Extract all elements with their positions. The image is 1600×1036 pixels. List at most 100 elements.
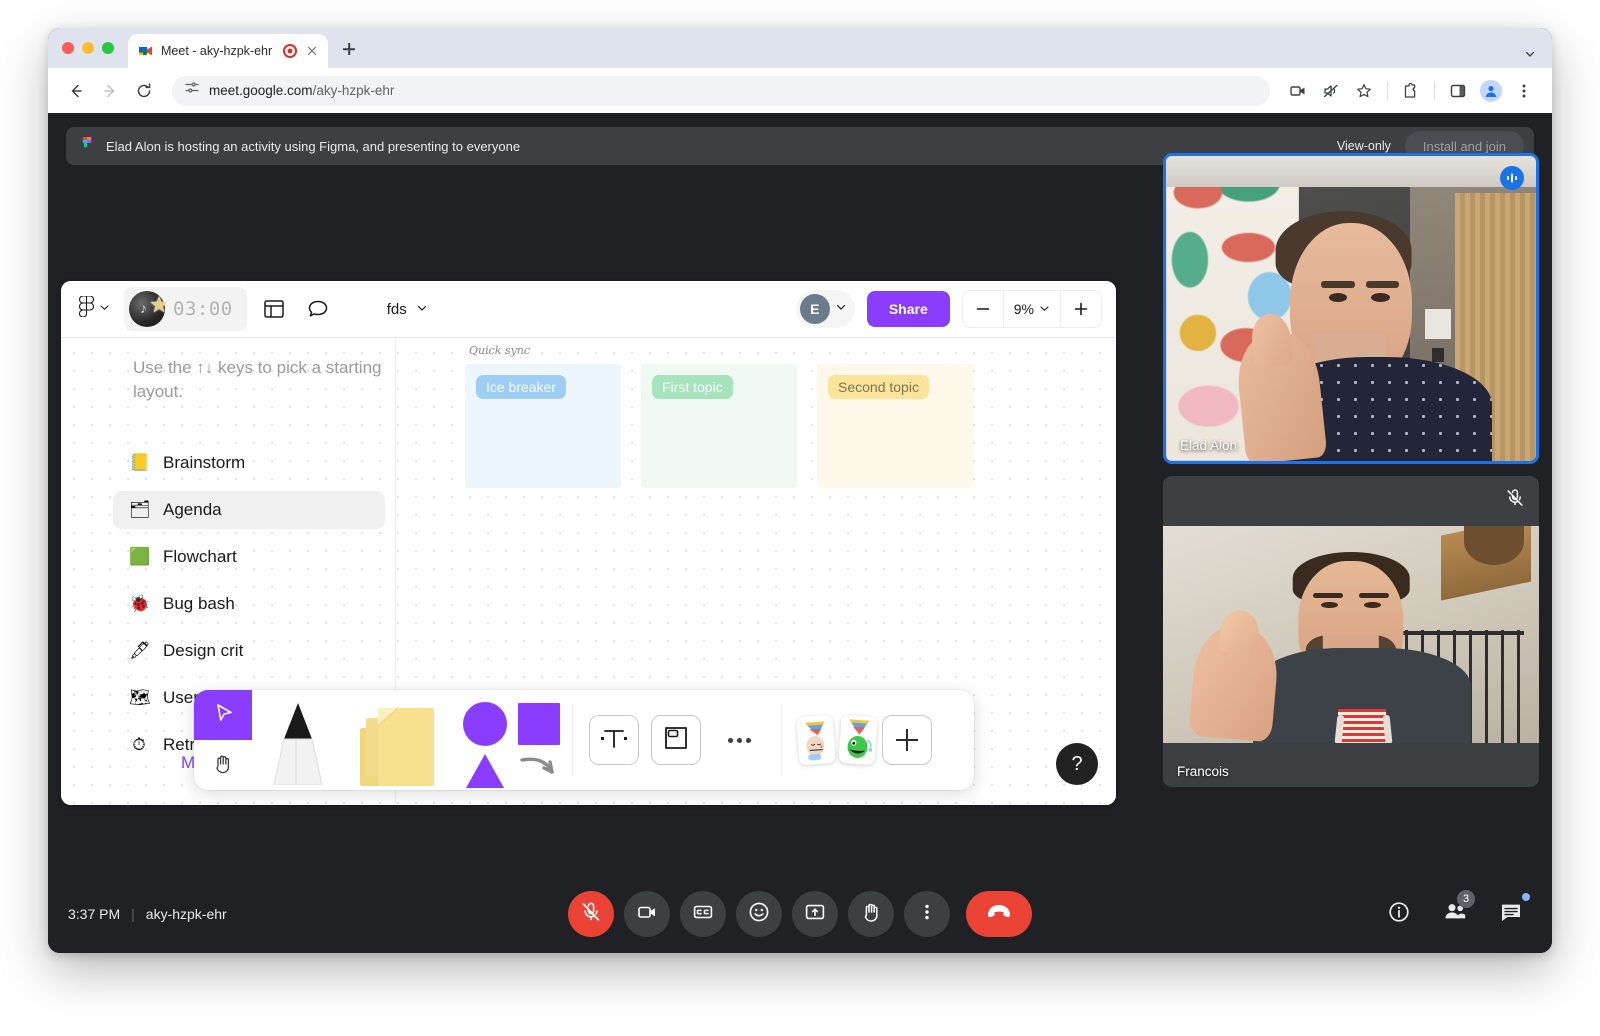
raised-hand-icon <box>859 900 883 929</box>
bookmark-star-icon[interactable] <box>1350 77 1378 105</box>
url-path: /aky-hzpk-ehr <box>312 83 395 98</box>
participant-tile-francois[interactable]: Francois <box>1163 476 1539 787</box>
figma-menu-button[interactable] <box>75 292 114 326</box>
address-bar[interactable]: meet.google.com/aky-hzpk-ehr <box>172 75 1270 106</box>
minimize-window-button[interactable] <box>82 42 94 54</box>
help-button[interactable]: ? <box>1056 743 1098 785</box>
back-arrow-icon[interactable] <box>62 77 90 105</box>
meet-right-actions: 3 <box>1378 890 1532 935</box>
layout-item-agenda[interactable]: 🗂 Agenda <box>113 491 385 529</box>
new-tab-icon[interactable] <box>336 36 362 62</box>
close-icon[interactable] <box>304 43 320 59</box>
screen-share-icon[interactable] <box>1284 77 1312 105</box>
browser-tab[interactable]: Meet - aky-hzpk-ehr <box>128 34 328 68</box>
reload-icon[interactable] <box>130 77 158 105</box>
mute-tab-icon[interactable] <box>1317 77 1345 105</box>
agenda-columns: Ice breaker First topic Second topic <box>465 364 973 488</box>
hand-tool[interactable] <box>194 740 252 790</box>
layout-grid-icon[interactable] <box>257 292 291 326</box>
people-panel-button[interactable]: 3 <box>1434 890 1476 935</box>
url-text: meet.google.com/aky-hzpk-ehr <box>209 83 394 98</box>
share-button[interactable]: Share <box>866 291 950 327</box>
more-tools-button[interactable] <box>713 737 765 743</box>
current-time: 3:37 PM <box>68 906 121 922</box>
zoom-in-button[interactable] <box>1061 291 1101 327</box>
agenda-column-label: Second topic <box>828 375 929 399</box>
profile-avatar-icon[interactable] <box>1477 77 1505 105</box>
file-name: fds <box>386 300 407 318</box>
forward-arrow-icon[interactable] <box>96 77 124 105</box>
agenda-icon: 🗂 <box>129 500 151 519</box>
pen-tool[interactable] <box>252 690 344 790</box>
participant-tile-elad-alon[interactable]: Elad Alon <box>1163 153 1539 464</box>
figma-canvas[interactable]: Use the ↑↓ keys to pick a starting layou… <box>61 338 1116 805</box>
pen-icon: 🖋 <box>129 641 151 660</box>
chevron-down-icon[interactable] <box>1524 47 1536 59</box>
hang-up-phone-icon <box>984 897 1014 932</box>
recording-indicator-icon[interactable] <box>283 44 297 58</box>
sticky-note-tool[interactable] <box>344 690 452 790</box>
party-face-sticker-icon[interactable] <box>796 714 836 766</box>
three-dots-vertical-icon <box>917 902 937 927</box>
layout-item-design-crit[interactable]: 🖋 Design crit <box>113 632 385 670</box>
chevron-down-icon <box>1039 301 1050 317</box>
marker-pen-icon <box>266 699 330 790</box>
separator: | <box>131 906 135 922</box>
side-panel-icon[interactable] <box>1444 77 1472 105</box>
text-tool[interactable] <box>589 715 639 765</box>
mic-off-icon <box>580 901 602 928</box>
meeting-details-button[interactable] <box>1378 893 1420 935</box>
layout-item-flowchart[interactable]: 🟩 Flowchart <box>113 538 385 576</box>
figma-timer[interactable]: ♪ ★ 03:00 <box>124 287 247 331</box>
maximize-window-button[interactable] <box>102 42 114 54</box>
present-screen-button[interactable] <box>792 891 838 937</box>
zoom-level-button[interactable]: 9% <box>1002 291 1061 327</box>
close-window-button[interactable] <box>62 42 74 54</box>
section-frame-icon <box>661 723 691 758</box>
raise-hand-button[interactable] <box>848 891 894 937</box>
comment-bubble-icon[interactable] <box>301 292 335 326</box>
figma-logo-icon <box>78 137 96 155</box>
captions-button[interactable] <box>680 891 726 937</box>
shapes-tool[interactable] <box>452 690 572 790</box>
meeting-info: 3:37 PM | aky-hzpk-ehr <box>68 906 227 922</box>
chevron-down-icon <box>99 300 110 318</box>
present-screen-icon <box>804 901 826 928</box>
figma-menu-icon <box>78 295 95 322</box>
extensions-puzzle-icon[interactable] <box>1397 77 1425 105</box>
leave-call-button[interactable] <box>966 891 1032 937</box>
zoom-out-button[interactable] <box>963 291 1003 327</box>
figma-collaborators[interactable]: E <box>795 290 855 328</box>
layout-item-bug-bash[interactable]: 🐞 Bug bash <box>113 585 385 623</box>
agenda-column-label: Ice breaker <box>476 375 567 399</box>
agenda-column-ice-breaker[interactable]: Ice breaker <box>465 364 621 488</box>
page-info-icon[interactable] <box>184 80 200 101</box>
agenda-column-second-topic[interactable]: Second topic <box>817 364 973 488</box>
agenda-frame[interactable]: Quick sync Ice breaker First topic Secon… <box>465 344 973 488</box>
zoom-value: 9% <box>1013 301 1034 317</box>
call-controls <box>568 891 1032 937</box>
agenda-column-first-topic[interactable]: First topic <box>641 364 797 488</box>
figma-file-name-button[interactable]: fds <box>387 301 428 318</box>
url-host: meet.google.com <box>209 83 313 98</box>
cursor-tool[interactable] <box>194 690 252 740</box>
party-monster-sticker-icon[interactable] <box>838 714 878 766</box>
emoji-reactions-button[interactable] <box>736 891 782 937</box>
chat-unread-dot <box>1522 893 1530 901</box>
zoom-control: 9% <box>961 290 1102 328</box>
add-sticker-button[interactable] <box>882 715 932 765</box>
camera-button[interactable] <box>624 891 670 937</box>
microphone-muted-button[interactable] <box>568 891 614 937</box>
layout-item-brainstorm[interactable]: 📒 Brainstorm <box>113 444 385 482</box>
avatar: E <box>799 294 830 324</box>
video-feed <box>1166 156 1536 461</box>
tab-strip: Meet - aky-hzpk-ehr <box>48 28 1552 68</box>
more-options-button[interactable] <box>904 891 950 937</box>
chat-panel-button[interactable] <box>1490 893 1532 935</box>
section-tool[interactable] <box>651 715 701 765</box>
people-count-badge: 3 <box>1457 890 1475 908</box>
more-menu-icon[interactable] <box>1510 77 1538 105</box>
chevron-down-icon <box>835 300 847 318</box>
browser-window: Meet - aky-hzpk-ehr meet.google.com/aky-… <box>48 28 1552 953</box>
meeting-code: aky-hzpk-ehr <box>145 906 227 922</box>
